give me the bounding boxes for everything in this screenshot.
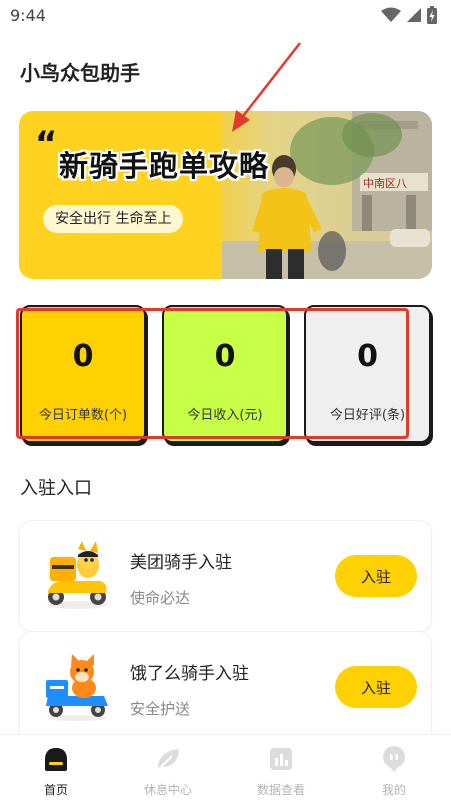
entry-subtitle-meituan: 使命必达 bbox=[130, 589, 191, 607]
rider-photo: 中南区八 bbox=[222, 111, 432, 279]
entry-name-meituan: 美团骑手入驻 bbox=[130, 553, 232, 573]
nav-item-data[interactable]: 数据查看 bbox=[225, 735, 337, 802]
stat-value-reviews: 0 bbox=[357, 339, 378, 374]
stat-label-orders: 今日订单数(个) bbox=[38, 408, 128, 423]
profile-icon bbox=[383, 746, 405, 772]
nav-item-rest-center[interactable]: 休息中心 bbox=[112, 735, 224, 802]
nav-item-home[interactable]: 首页 bbox=[0, 735, 112, 802]
home-icon bbox=[45, 748, 67, 771]
banner-slogan: 安全出行 生命至上 bbox=[43, 205, 184, 233]
bottom-nav: 首页 休息中心 数据查看 我的 bbox=[0, 734, 451, 802]
battery-icon bbox=[427, 6, 437, 24]
meituan-join-button[interactable]: 入驻 bbox=[335, 555, 417, 597]
entry-subtitle-eleme: 安全护送 bbox=[130, 700, 191, 718]
quote-mark: “ bbox=[35, 124, 58, 164]
signal-icon bbox=[407, 8, 421, 22]
leaf-icon bbox=[157, 749, 179, 771]
status-bar: 9:44 bbox=[0, 0, 451, 32]
shop-sign-text: 中南区八 bbox=[363, 177, 407, 190]
banner-title: 新骑手跑单攻略 bbox=[59, 149, 270, 183]
section-title: 入驻入口 bbox=[20, 478, 92, 499]
meituan-entry-card: 美团骑手入驻 使命必达 入驻 bbox=[20, 521, 431, 631]
fox-scooter-icon bbox=[46, 654, 108, 721]
status-icons bbox=[381, 6, 437, 24]
nav-label-home: 首页 bbox=[43, 783, 68, 797]
stat-label-income: 今日收入(元) bbox=[187, 408, 263, 423]
eleme-entry-card: 饿了么骑手入驻 安全护送 入驻 bbox=[20, 632, 431, 742]
eleme-join-button[interactable]: 入驻 bbox=[335, 666, 417, 708]
bar-chart-icon bbox=[270, 748, 292, 770]
nav-item-profile[interactable]: 我的 bbox=[338, 735, 450, 802]
nav-label-rest-center: 休息中心 bbox=[143, 783, 192, 797]
nav-label-profile: 我的 bbox=[381, 783, 406, 797]
entry-name-eleme: 饿了么骑手入驻 bbox=[130, 664, 249, 684]
nav-label-data: 数据查看 bbox=[256, 783, 305, 797]
stat-value-income: 0 bbox=[214, 339, 236, 374]
stat-card-orders[interactable]: 0 今日订单数(个) bbox=[20, 305, 146, 443]
stat-value-orders: 0 bbox=[72, 339, 94, 374]
stat-card-reviews[interactable]: 0 今日好评(条) bbox=[304, 305, 431, 443]
promo-banner[interactable]: 中南区八 “ 新骑手跑单攻略 安全出行 生命至上 bbox=[19, 111, 432, 279]
app-title: 小鸟众包助手 bbox=[20, 61, 140, 85]
stat-label-reviews: 今日好评(条) bbox=[329, 408, 406, 423]
status-time: 9:44 bbox=[10, 6, 46, 25]
kangaroo-scooter-icon bbox=[47, 541, 107, 609]
stat-card-income[interactable]: 0 今日收入(元) bbox=[162, 305, 288, 443]
wifi-icon bbox=[381, 7, 401, 22]
